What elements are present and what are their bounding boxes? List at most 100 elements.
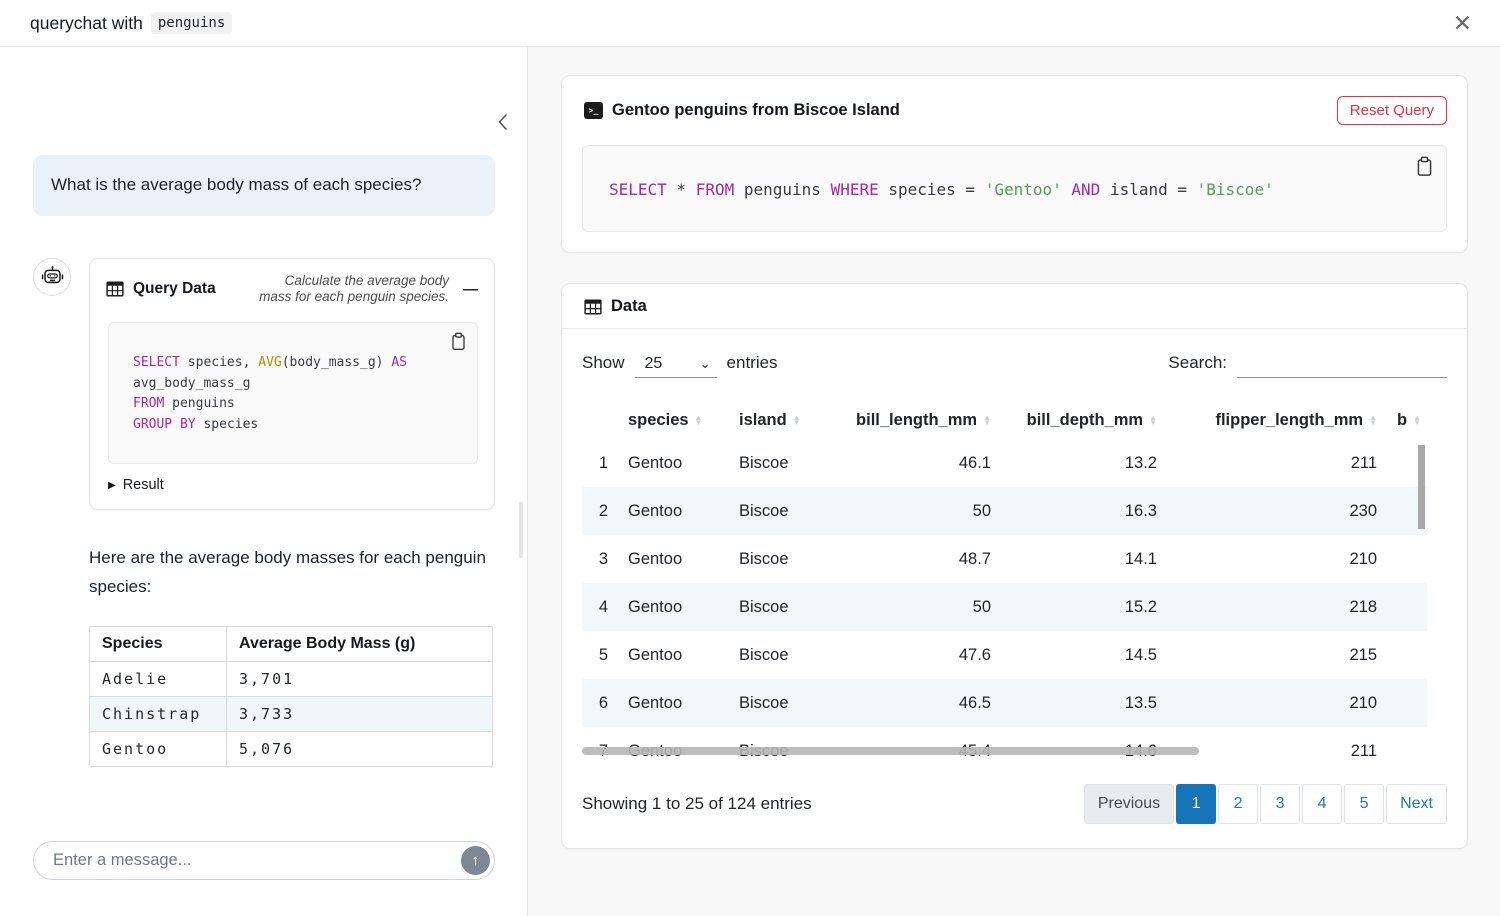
- querychat-app: querychat with penguins ✕ What is the av…: [0, 0, 1500, 916]
- tool-title-group: Query Data: [106, 280, 216, 298]
- result-disclosure[interactable]: ▶ Result: [90, 464, 494, 509]
- tool-sql-code: SELECT species, AVG(body_mass_g) ASavg_b…: [133, 353, 461, 435]
- answer-table-body: Adelie3,701Chinstrap3,733Gentoo5,076: [90, 661, 493, 766]
- page-number-button-2[interactable]: 2: [1218, 784, 1258, 824]
- column-header-flipper_length_mm[interactable]: flipper_length_mm▲▼: [1167, 404, 1387, 439]
- tool-sql-code-block: SELECT species, AVG(body_mass_g) ASavg_b…: [108, 322, 478, 464]
- column-header-species[interactable]: species▲▼: [618, 404, 729, 439]
- tool-card-header: Query Data Calculate the average body ma…: [90, 259, 494, 313]
- pagination: Previous12345Next: [1084, 784, 1447, 824]
- composer: ↑: [0, 841, 527, 916]
- show-label: Show: [582, 353, 625, 373]
- sort-icon: ▲▼: [1369, 416, 1377, 426]
- sort-icon: ▲▼: [1413, 416, 1421, 426]
- answer-table-header: Species: [90, 626, 227, 661]
- send-button[interactable]: ↑: [461, 846, 490, 875]
- query-title: Gentoo penguins from Biscoe Island: [612, 101, 900, 120]
- sort-icon: ▲▼: [695, 416, 703, 426]
- chevron-down-icon: ⌄: [700, 356, 711, 372]
- table-row: 1GentooBiscoe46.113.2211: [582, 439, 1427, 487]
- sidebar-scrollbar[interactable]: [519, 502, 523, 558]
- answer-table-row: Adelie3,701: [90, 661, 493, 696]
- app-title-text: querychat with: [30, 13, 143, 34]
- table-horizontal-scrollbar[interactable]: [582, 747, 1199, 755]
- query-card-header: >_ Gentoo penguins from Biscoe Island Re…: [562, 76, 1467, 129]
- page-length-select[interactable]: 25 ⌄: [635, 355, 717, 378]
- column-header-bill_length_mm[interactable]: bill_length_mm▲▼: [825, 404, 1001, 439]
- user-message: What is the average body mass of each sp…: [33, 155, 495, 216]
- bot-avatar: [33, 258, 71, 296]
- table-icon: [106, 280, 124, 298]
- data-table-viewport: species▲▼island▲▼bill_length_mm▲▼bill_de…: [582, 404, 1427, 758]
- app-title-dataset: penguins: [151, 12, 232, 34]
- chat-sidebar: What is the average body mass of each sp…: [0, 47, 527, 916]
- answer-table-row: Chinstrap3,733: [90, 696, 493, 731]
- table-info: Showing 1 to 25 of 124 entries: [582, 794, 812, 814]
- data-table-body: 1GentooBiscoe46.113.22112GentooBiscoe501…: [582, 439, 1427, 758]
- page-length-value: 25: [645, 355, 663, 373]
- tool-card-collapse-button[interactable]: —: [461, 279, 480, 300]
- page-number-button-1[interactable]: 1: [1176, 784, 1216, 824]
- chat-messages: What is the average body mass of each sp…: [0, 47, 527, 841]
- page-number-button-5[interactable]: 5: [1344, 784, 1384, 824]
- query-sql-code: SELECT * FROM penguins WHERE species = '…: [609, 180, 1420, 199]
- assistant-message: Query Data Calculate the average body ma…: [33, 258, 495, 511]
- search-control: Search:: [1168, 353, 1447, 378]
- arrow-up-icon: ↑: [472, 853, 480, 868]
- close-icon[interactable]: ✕: [1447, 10, 1478, 37]
- answer-table-head-row: SpeciesAverage Body Mass (g): [90, 626, 493, 661]
- topbar: querychat with penguins ✕: [0, 0, 1500, 47]
- table-footer: Showing 1 to 25 of 124 entries Previous1…: [582, 784, 1447, 824]
- table-row: 2GentooBiscoe5016.3230: [582, 487, 1427, 535]
- main-panel: >_ Gentoo penguins from Biscoe Island Re…: [527, 47, 1500, 916]
- assistant-answer-text: Here are the average body masses for eac…: [89, 544, 493, 601]
- sort-icon: ▲▼: [983, 416, 991, 426]
- entries-label: entries: [727, 353, 778, 373]
- app-title: querychat with penguins: [30, 12, 232, 34]
- answer-table: SpeciesAverage Body Mass (g) Adelie3,701…: [89, 626, 493, 767]
- search-label: Search:: [1168, 353, 1227, 373]
- sort-icon: ▲▼: [793, 416, 801, 426]
- page-number-button-4[interactable]: 4: [1302, 784, 1342, 824]
- terminal-icon: >_: [584, 102, 603, 119]
- table-icon: [584, 298, 602, 316]
- message-input[interactable]: [33, 841, 495, 880]
- page-number-button-3[interactable]: 3: [1260, 784, 1300, 824]
- tool-card-subtitle: Calculate the average body mass for each…: [249, 273, 449, 307]
- tool-card-title: Query Data: [133, 280, 216, 298]
- body: What is the average body mass of each sp…: [0, 47, 1500, 916]
- page-length-control: Show 25 ⌄ entries: [582, 353, 778, 378]
- table-row: 4GentooBiscoe5015.2218: [582, 583, 1427, 631]
- copy-icon[interactable]: [450, 332, 467, 351]
- sort-icon: ▲▼: [1149, 416, 1157, 426]
- data-table-head-row: species▲▼island▲▼bill_length_mm▲▼bill_de…: [582, 404, 1427, 439]
- table-controls: Show 25 ⌄ entries Search:: [582, 353, 1447, 378]
- column-header-bill_depth_mm[interactable]: bill_depth_mm▲▼: [1001, 404, 1167, 439]
- query-sql-code-block: SELECT * FROM penguins WHERE species = '…: [582, 145, 1447, 232]
- current-query-card: >_ Gentoo penguins from Biscoe Island Re…: [561, 75, 1468, 253]
- row-number-header: [582, 404, 618, 439]
- column-header-island[interactable]: island▲▼: [729, 404, 825, 439]
- data-card-header: Data: [562, 284, 1467, 329]
- table-row: 3GentooBiscoe48.714.1210: [582, 535, 1427, 583]
- table-row: 6GentooBiscoe46.513.5210: [582, 679, 1427, 727]
- column-header-b[interactable]: b▲▼: [1387, 404, 1427, 439]
- result-label: Result: [123, 477, 164, 493]
- triangle-right-icon: ▶: [108, 480, 116, 491]
- tool-call-card: Query Data Calculate the average body ma…: [89, 258, 495, 511]
- table-vertical-scrollbar[interactable]: [1418, 445, 1425, 529]
- robot-icon: [41, 265, 64, 288]
- page-next-button[interactable]: Next: [1386, 784, 1447, 824]
- reset-query-button[interactable]: Reset Query: [1337, 96, 1447, 125]
- copy-icon[interactable]: [1415, 156, 1434, 177]
- page-previous-button[interactable]: Previous: [1084, 784, 1174, 824]
- data-table: species▲▼island▲▼bill_length_mm▲▼bill_de…: [582, 404, 1427, 758]
- table-row: 5GentooBiscoe47.614.5215: [582, 631, 1427, 679]
- answer-table-row: Gentoo5,076: [90, 731, 493, 766]
- sidebar-collapse-button[interactable]: [491, 109, 515, 135]
- search-input[interactable]: [1237, 355, 1447, 378]
- data-card: Data Show 25 ⌄ entries Search:: [561, 283, 1468, 849]
- answer-table-header: Average Body Mass (g): [227, 626, 493, 661]
- data-card-title: Data: [611, 297, 647, 316]
- chevron-left-icon: [493, 111, 513, 133]
